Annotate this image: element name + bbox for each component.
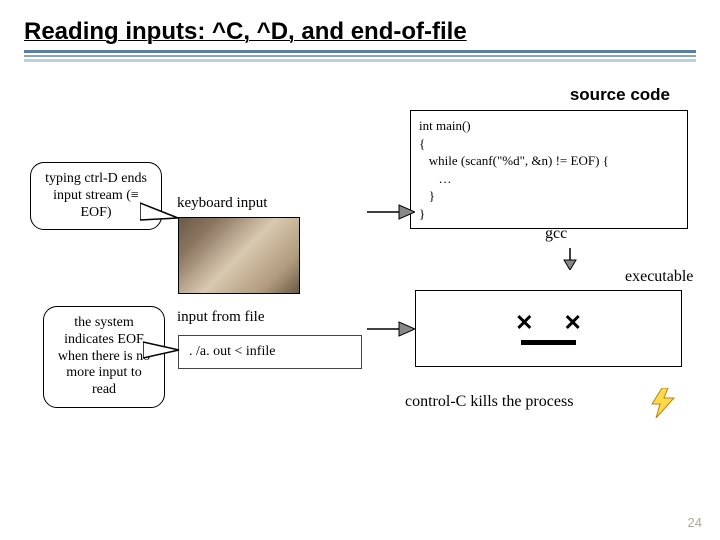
callout-tail-icon: [143, 340, 181, 362]
executable-box-dead: ✕✕: [415, 290, 682, 367]
arrow-down-icon: [560, 248, 580, 270]
dead-mouth: [521, 340, 576, 345]
page-title: Reading inputs: ^C, ^D, and end-of-file: [24, 18, 696, 46]
gcc-label: gcc: [545, 225, 567, 243]
arrow-right-keyboard-icon: [367, 202, 415, 222]
keyboard-input-label: keyboard input: [177, 195, 267, 212]
arrow-right-file-icon: [367, 319, 415, 339]
executable-label: executable: [625, 268, 693, 286]
input-from-file-label: input from file: [177, 309, 264, 326]
callout-tail-icon: [140, 200, 180, 230]
command-box: . /a. out < infile: [178, 335, 362, 369]
lightning-icon: [650, 388, 678, 418]
source-code-box: int main() { while (scanf("%d", &n) != E…: [410, 110, 688, 229]
source-code-label: source code: [570, 85, 670, 105]
page-number: 24: [688, 515, 702, 530]
title-underline-bars: [24, 50, 696, 62]
keyboard-image: [178, 217, 300, 294]
dead-eyes: ✕✕: [515, 312, 582, 334]
control-c-label: control-C kills the process: [405, 393, 573, 411]
